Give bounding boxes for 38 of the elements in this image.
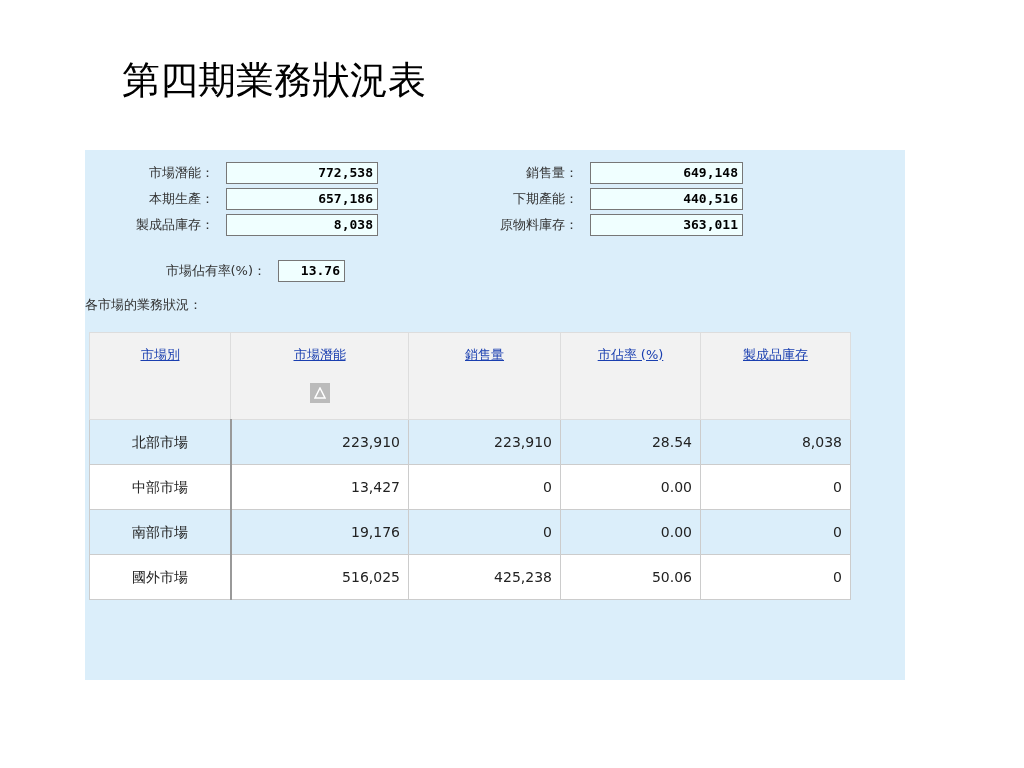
table-cell: 516,025 [230,554,409,600]
field-label: 銷售量： [526,164,578,183]
table-cell: 19,176 [230,509,409,555]
sort-link[interactable]: 市佔率 (%) [597,345,664,365]
field-label: 原物料庫存： [500,216,578,235]
value-field[interactable]: 363,011 [590,214,743,236]
field-label: 製成品庫存： [136,216,214,235]
field-label: 本期生產： [149,190,214,209]
table-cell: 13,427 [230,464,409,510]
table-cell: 425,238 [408,554,561,600]
sort-link[interactable]: 市場別 [140,345,180,365]
table-cell: 0.00 [560,509,701,555]
table-cell: 0 [700,509,851,555]
value-field[interactable]: 8,038 [226,214,378,236]
table-cell: 0 [700,464,851,510]
field-label: 下期產能： [513,190,578,209]
table-cell: 8,038 [700,419,851,465]
sort-link[interactable]: 銷售量 [465,345,504,365]
table-cell: 國外市場 [89,554,231,600]
table-cell: 28.54 [560,419,701,465]
section-label: 各市場的業務狀況： [85,296,202,315]
table-cell: 0 [408,464,561,510]
table-cell: 0 [408,509,561,555]
value-field[interactable]: 649,148 [590,162,743,184]
table-cell: 223,910 [408,419,561,465]
table-cell: 0 [700,554,851,600]
value-field[interactable]: 657,186 [226,188,378,210]
value-field[interactable]: 13.76 [278,260,345,282]
value-field[interactable]: 772,538 [226,162,378,184]
field-label: 市場潛能： [149,164,214,183]
field-label: 市場佔有率(%)： [165,262,266,281]
sort-link[interactable]: 市場潛能 [293,345,346,365]
slide-title: 第四期業務狀況表 [122,57,427,104]
value-field[interactable]: 440,516 [590,188,743,210]
table-cell: 50.06 [560,554,701,600]
sort-link[interactable]: 製成品庫存 [743,345,808,365]
table-cell: 0.00 [560,464,701,510]
table-cell: 223,910 [230,419,409,465]
